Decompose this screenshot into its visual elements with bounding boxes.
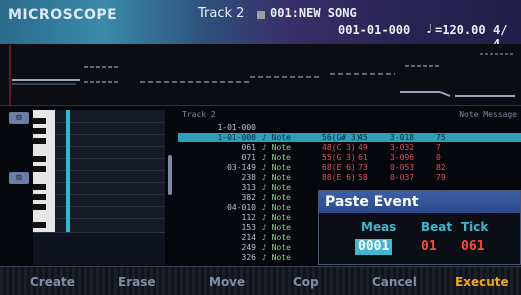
list-cell-vel: 73 [358,163,368,172]
list-item[interactable]: 1-01-000 [178,123,521,132]
list-cell-len: 0-053 [390,163,415,172]
list-cell-pos: 382 [241,193,256,202]
list-cell-key: 56(G# 3) [322,133,361,142]
list-cell-v2: 79 [436,173,446,182]
scroll-down-button[interactable]: ⊡ [9,172,29,184]
velocity-lane [33,232,165,265]
create-button[interactable]: Create [30,275,75,289]
list-scrollbar[interactable] [168,155,172,195]
song-name: 001:NEW SONG [270,6,357,20]
list-column-label: Note Message [459,110,517,119]
list-cell-key: 48(C 3) [322,143,356,152]
beat-label: Beat [421,220,453,234]
list-cell-len: 0-037 [390,173,415,182]
list-track-label: Track 2 [182,110,216,119]
list-cell-type: ♪ Note [262,153,291,162]
list-cell-type: ♪ Note [262,173,291,182]
list-cell-pos: 1-01-000 [217,133,256,142]
list-cell-pos: 071 [241,153,256,162]
event-list-header: Track 2 Note Message [178,108,521,121]
list-cell-v2: 0 [436,153,441,162]
paste-event-dialog: Paste Event Meas Beat Tick 0001 01 061 [318,190,521,265]
move-button[interactable]: Move [209,275,245,289]
song-position: 001-01-000 [338,23,411,37]
copy-button[interactable]: Cop [293,275,319,289]
list-cell-v2: 82 [436,163,446,172]
beat-value-field[interactable]: 01 [421,239,437,255]
list-cell-pos: 214 [241,233,256,242]
function-bar: Create Erase Move Cop Cancel Execute [0,266,521,295]
meas-value-field[interactable]: 0001 [355,239,393,255]
dialog-title: Paste Event [319,191,520,213]
header-bar: MICROSCOPE Track 2 001:NEW SONG 001-01-0… [0,0,521,51]
list-item[interactable]: 061 ♪ Note 48(C 3) 49 3-032 7 [178,143,521,152]
list-cell-type: ♪ Note [262,253,291,262]
list-cell-type: ♪ Note [262,243,291,252]
app-title: MICROSCOPE [8,7,118,23]
list-cell-v2: 75 [436,133,446,142]
list-item[interactable]: 1-01-000 ♪ Note 56(G# 3) 45 3-018 75 [178,133,521,142]
list-cell-vel: 58 [358,173,368,182]
list-cell-pos: 313 [241,183,256,192]
list-cell-len: 3-096 [390,153,415,162]
list-cell-pos: 1-01-000 [217,123,256,132]
tick-value-field[interactable]: 061 [461,239,484,255]
cancel-button[interactable]: Cancel [372,275,417,289]
list-cell-key: 88(E 6) [322,173,356,182]
list-cell-type: ♪ Note [262,193,291,202]
list-cell-type: ♪ Note [262,203,291,212]
quarter-note-icon: ♩ [425,22,433,37]
list-cell-pos: 03-149 [227,163,256,172]
list-cell-type: ♪ Note [262,233,291,242]
list-cell-v2: 7 [436,143,441,152]
song-indicator-icon [257,11,265,19]
overview-notes [9,45,515,105]
track-name: Track 2 [198,6,245,21]
list-cell-pos: 061 [241,143,256,152]
list-cell-vel: 61 [358,153,368,162]
list-cell-pos: 112 [241,213,256,222]
list-cell-type: ♪ Note [262,183,291,192]
meas-label: Meas [361,220,397,234]
list-cell-len: 3-018 [390,133,415,142]
list-item[interactable]: 238 ♪ Note 88(E 6) 58 0-037 79 [178,173,521,182]
list-cell-vel: 45 [358,133,368,142]
microscope-screen: MICROSCOPE Track 2 001:NEW SONG 001-01-0… [0,0,521,295]
list-cell-pos: 238 [241,173,256,182]
list-cell-type: ♪ Note [262,223,291,232]
list-cell-type: ♪ Note [262,213,291,222]
list-cell-key: 68(E 6) [322,163,356,172]
list-cell-type: ♪ Note [262,143,291,152]
list-cell-pos: 326 [241,253,256,262]
list-item[interactable]: 03-149 ♪ Note 68(E 6) 73 0-053 82 [178,163,521,172]
list-cell-pos: 249 [241,243,256,252]
list-cell-key: 55(G 3) [322,153,356,162]
list-cell-type: ♪ Note [262,163,291,172]
list-cell-type: ♪ Note [262,133,291,142]
list-cell-len: 3-032 [390,143,415,152]
list-cell-vel: 49 [358,143,368,152]
execute-button[interactable]: Execute [455,275,509,289]
list-cell-pos: 04-010 [227,203,256,212]
tick-label: Tick [461,220,489,234]
erase-button[interactable]: Erase [118,275,156,289]
track-overview[interactable] [0,44,521,106]
tempo-value: =120.00 [435,23,486,37]
list-item[interactable]: 071 ♪ Note 55(G 3) 61 3-096 0 [178,153,521,162]
list-cell-pos: 153 [241,223,256,232]
scroll-up-button[interactable]: ⊟ [9,112,29,124]
